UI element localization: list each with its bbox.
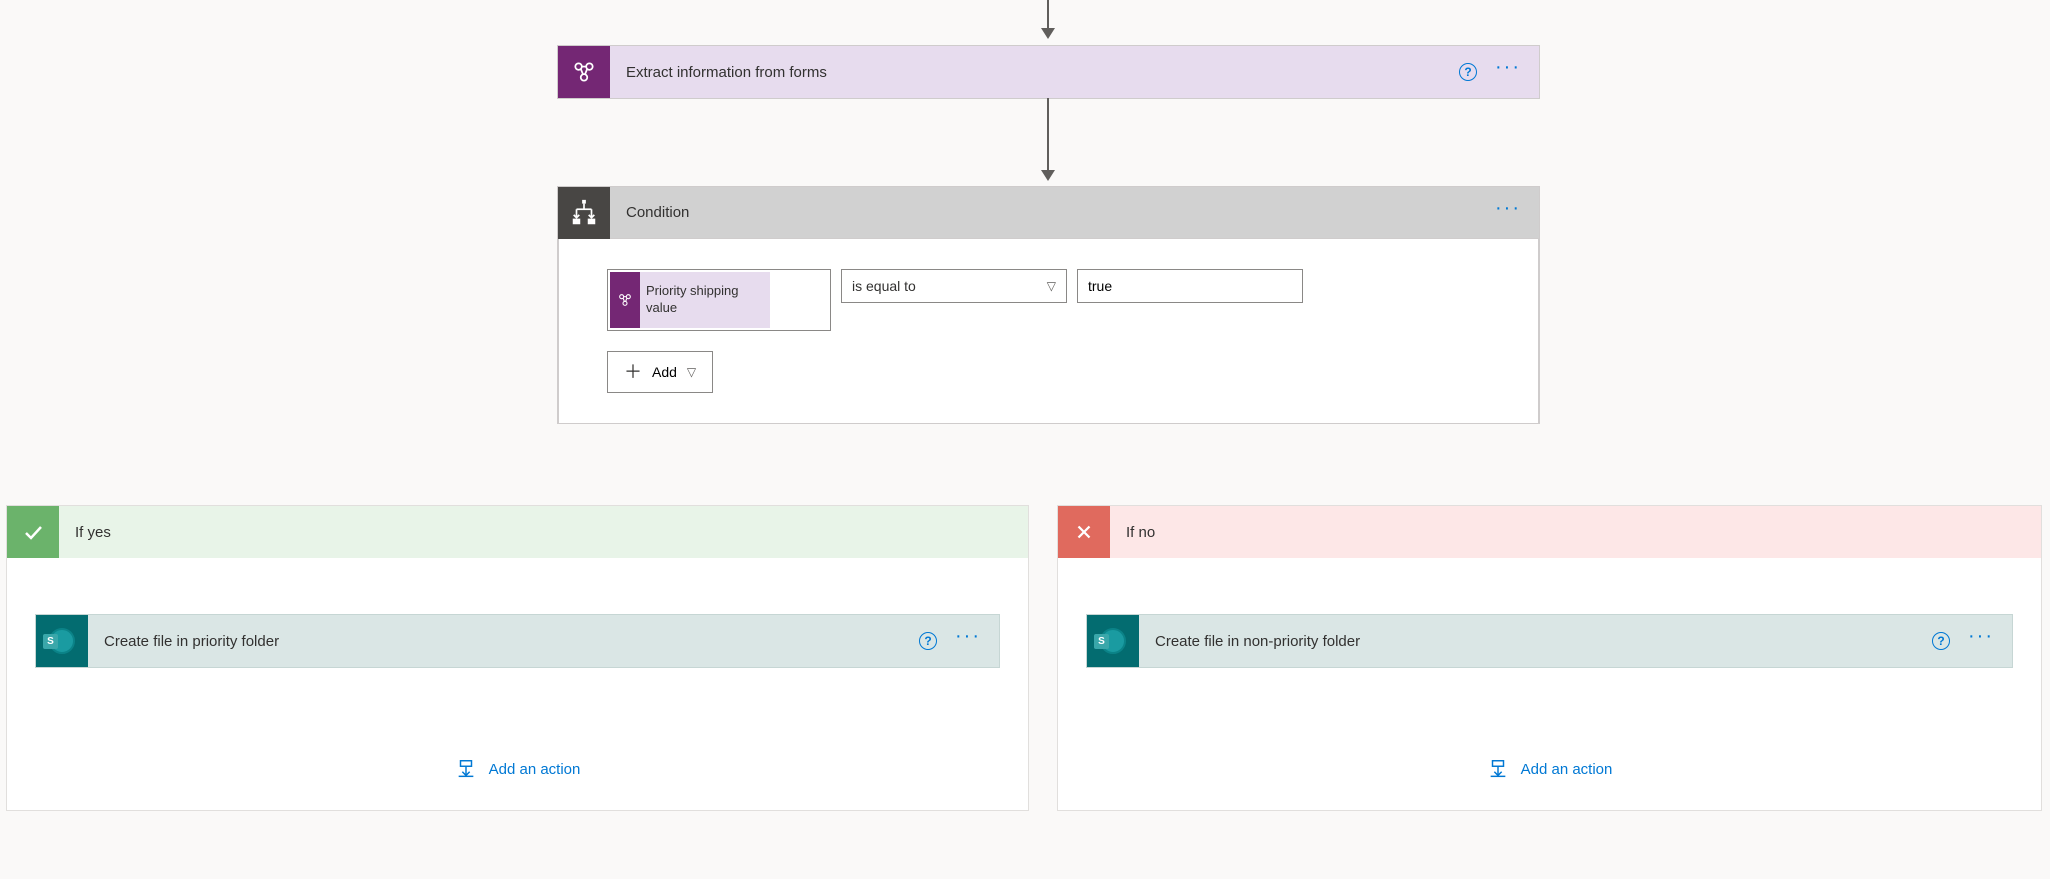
add-label: Add bbox=[652, 364, 677, 380]
step-condition[interactable]: Condition ··· Priority shipping value bbox=[557, 186, 1540, 424]
token-label: Priority shipping value bbox=[640, 272, 770, 328]
step-extract-information[interactable]: Extract information from forms ? ··· bbox=[557, 45, 1540, 99]
branch-body: S Create file in non-priority folder ? ·… bbox=[1058, 558, 2041, 810]
condition-icon bbox=[558, 187, 610, 239]
step-title: Condition bbox=[610, 204, 1495, 221]
condition-body: Priority shipping value is equal to ▽ ＋ … bbox=[558, 239, 1539, 424]
chevron-down-icon: ▽ bbox=[1047, 279, 1056, 293]
connector-line bbox=[1047, 98, 1049, 170]
ai-builder-icon bbox=[610, 272, 640, 328]
operator-value: is equal to bbox=[852, 278, 916, 294]
step-actions: ? ··· bbox=[1932, 631, 2012, 651]
step-actions: ? ··· bbox=[919, 631, 999, 651]
chevron-down-icon: ▽ bbox=[687, 365, 696, 379]
sharepoint-icon: S bbox=[1087, 615, 1139, 667]
check-icon bbox=[7, 506, 59, 558]
step-title: Extract information from forms bbox=[610, 64, 1459, 81]
condition-operator-select[interactable]: is equal to ▽ bbox=[841, 269, 1067, 303]
plus-icon: ＋ bbox=[624, 363, 642, 381]
add-step-icon bbox=[455, 758, 477, 780]
dynamic-content-token[interactable]: Priority shipping value bbox=[610, 272, 770, 328]
add-action-button[interactable]: Add an action bbox=[1487, 758, 1613, 780]
close-icon bbox=[1058, 506, 1110, 558]
branch-label: If yes bbox=[59, 524, 111, 541]
step-create-file-priority[interactable]: S Create file in priority folder ? ··· bbox=[35, 614, 1000, 668]
branch-header[interactable]: If no bbox=[1058, 506, 2041, 558]
add-action-label: Add an action bbox=[1521, 761, 1613, 778]
connector-arrow bbox=[1041, 28, 1055, 39]
connector-arrow bbox=[1041, 170, 1055, 181]
step-header[interactable]: Extract information from forms ? ··· bbox=[558, 46, 1539, 98]
more-icon[interactable]: ··· bbox=[1495, 57, 1521, 77]
flow-canvas: Extract information from forms ? ··· bbox=[0, 0, 2050, 879]
more-icon[interactable]: ··· bbox=[1495, 198, 1521, 218]
add-action-label: Add an action bbox=[489, 761, 581, 778]
ai-builder-icon bbox=[558, 46, 610, 98]
more-icon[interactable]: ··· bbox=[1968, 626, 1994, 646]
connector-line bbox=[1047, 0, 1049, 28]
condition-left-operand[interactable]: Priority shipping value bbox=[607, 269, 831, 331]
sharepoint-icon: S bbox=[36, 615, 88, 667]
condition-value-input[interactable] bbox=[1077, 269, 1303, 303]
condition-row: Priority shipping value is equal to ▽ bbox=[607, 269, 1490, 331]
step-actions: ? ··· bbox=[1459, 62, 1539, 82]
help-icon[interactable]: ? bbox=[919, 632, 937, 650]
add-condition-button[interactable]: ＋ Add ▽ bbox=[607, 351, 713, 393]
step-title: Create file in non-priority folder bbox=[1139, 633, 1932, 650]
branch-if-yes: If yes S Create file in priority folder … bbox=[6, 505, 1029, 811]
help-icon[interactable]: ? bbox=[1459, 63, 1477, 81]
step-header[interactable]: Condition ··· bbox=[558, 187, 1539, 239]
branch-header[interactable]: If yes bbox=[7, 506, 1028, 558]
step-actions: ··· bbox=[1495, 203, 1539, 223]
step-title: Create file in priority folder bbox=[88, 633, 919, 650]
branch-body: S Create file in priority folder ? ··· A… bbox=[7, 558, 1028, 810]
branch-if-no: If no S Create file in non-priority fold… bbox=[1057, 505, 2042, 811]
step-create-file-nonpriority[interactable]: S Create file in non-priority folder ? ·… bbox=[1086, 614, 2013, 668]
help-icon[interactable]: ? bbox=[1932, 632, 1950, 650]
add-action-button[interactable]: Add an action bbox=[455, 758, 581, 780]
branch-label: If no bbox=[1110, 524, 1155, 541]
add-step-icon bbox=[1487, 758, 1509, 780]
more-icon[interactable]: ··· bbox=[955, 626, 981, 646]
